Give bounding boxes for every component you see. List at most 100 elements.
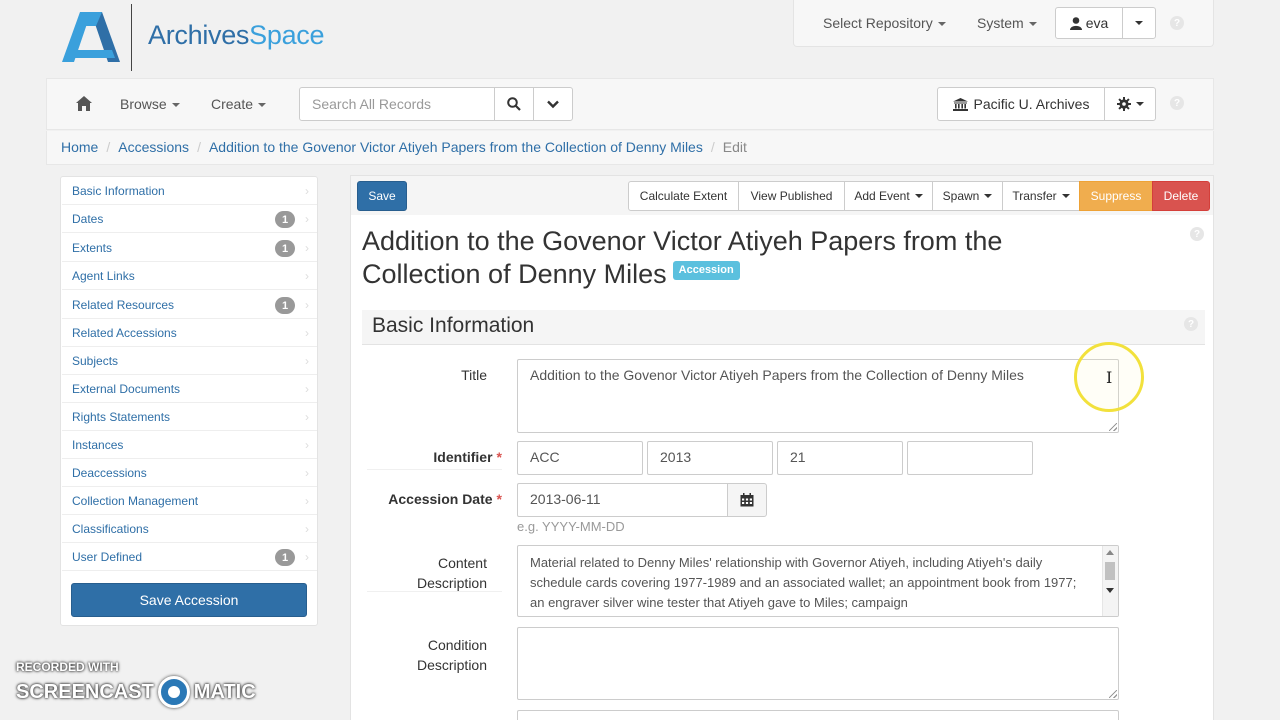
- select-repository-dropdown[interactable]: Select Repository: [823, 15, 946, 31]
- breadcrumb-record-link[interactable]: Addition to the Govenor Victor Atiyeh Pa…: [209, 139, 703, 155]
- record-sidebar-nav: Basic Information › Dates 1 › Extents 1 › Age…: [60, 176, 318, 626]
- search-button[interactable]: [494, 87, 534, 121]
- sidebar-item-agent-links[interactable]: Agent Links ›: [62, 262, 317, 290]
- screencast-watermark: RECORDED WITH SCREENCAST MATIC: [16, 660, 256, 708]
- sidebar-item-classifications[interactable]: Classifications ›: [62, 515, 317, 543]
- resize-handle-icon[interactable]: [1109, 423, 1117, 431]
- browse-dropdown[interactable]: Browse: [120, 96, 180, 112]
- scroll-up-icon[interactable]: [1106, 550, 1114, 555]
- scrollbar[interactable]: [1102, 546, 1118, 616]
- sidebar-item-label: Related Accessions: [72, 325, 177, 340]
- chevron-right-icon: ›: [305, 354, 309, 368]
- sidebar-item-related-accessions[interactable]: Related Accessions ›: [62, 319, 317, 347]
- count-badge: 1: [275, 297, 295, 314]
- view-published-button[interactable]: View Published: [738, 181, 845, 211]
- sidebar-item-deaccessions[interactable]: Deaccessions ›: [62, 459, 317, 487]
- search-input[interactable]: [299, 87, 495, 121]
- breadcrumb-separator: /: [710, 139, 715, 155]
- logo-text-part1: Archives: [148, 20, 250, 50]
- sidebar-item-dates[interactable]: Dates 1 ›: [62, 205, 317, 233]
- identifier-part-2-input[interactable]: 2013: [647, 441, 773, 475]
- text-cursor-icon: I: [1106, 368, 1113, 387]
- sidebar-item-user-defined[interactable]: User Defined 1 ›: [62, 543, 317, 571]
- spawn-dropdown[interactable]: Spawn: [932, 181, 1003, 211]
- chevron-down-icon: [547, 100, 559, 108]
- accession-date-input[interactable]: 2013-06-11: [517, 483, 729, 517]
- scroll-thumb[interactable]: [1105, 562, 1115, 580]
- caret-down-icon: [1061, 194, 1070, 198]
- question-circle-icon[interactable]: ?: [1170, 16, 1184, 30]
- question-circle-icon[interactable]: ?: [1184, 317, 1198, 331]
- sidebar-item-label: Subjects: [72, 353, 119, 368]
- content-description-value: Material related to Denny Miles' relatio…: [530, 555, 1077, 610]
- date-picker-button[interactable]: [727, 483, 767, 517]
- archivesspace-logo-icon: [62, 12, 120, 62]
- next-field-textarea[interactable]: [517, 710, 1119, 720]
- identifier-part-3-input[interactable]: 21: [777, 441, 903, 475]
- required-asterisk-icon: *: [496, 491, 502, 507]
- identifier-label: Identifier *: [367, 449, 502, 465]
- accession-date-hint: e.g. YYYY-MM-DD: [517, 519, 625, 534]
- scroll-down-icon[interactable]: [1106, 588, 1114, 593]
- browse-label: Browse: [120, 96, 167, 112]
- resize-handle-icon[interactable]: [1109, 690, 1117, 698]
- system-label: System: [977, 15, 1024, 31]
- breadcrumb-current: Edit: [722, 139, 747, 155]
- count-badge: 1: [275, 240, 295, 257]
- accession-date-label-text: Accession Date: [388, 491, 493, 507]
- sidebar-item-rights-statements[interactable]: Rights Statements ›: [62, 403, 317, 431]
- calculate-extent-button[interactable]: Calculate Extent: [628, 181, 739, 211]
- delete-button[interactable]: Delete: [1152, 181, 1210, 211]
- breadcrumb-accessions-link[interactable]: Accessions: [118, 139, 189, 155]
- condition-description-textarea[interactable]: [517, 627, 1119, 700]
- save-button[interactable]: Save: [357, 181, 407, 211]
- identifier-part-4-input[interactable]: [907, 441, 1033, 475]
- user-menu-caret-button[interactable]: [1122, 7, 1156, 39]
- breadcrumb-home-link[interactable]: Home: [61, 139, 98, 155]
- sidebar-item-instances[interactable]: Instances ›: [62, 431, 317, 459]
- sidebar-item-external-documents[interactable]: External Documents ›: [62, 375, 317, 403]
- sidebar-item-collection-management[interactable]: Collection Management ›: [62, 487, 317, 515]
- suppress-button[interactable]: Suppress: [1079, 181, 1153, 211]
- sidebar-item-label: Collection Management: [72, 493, 199, 508]
- sidebar-item-label: Classifications: [72, 521, 149, 536]
- sidebar-item-label: External Documents: [72, 381, 181, 396]
- system-dropdown[interactable]: System: [977, 15, 1037, 31]
- sidebar-item-basic-information[interactable]: Basic Information ›: [62, 177, 317, 205]
- sidebar-item-label: Rights Statements: [72, 409, 171, 424]
- username-label: eva: [1085, 15, 1109, 31]
- screencast-logo-icon: [157, 676, 190, 708]
- watermark-recorded-with: RECORDED WITH: [16, 660, 119, 674]
- save-accession-button[interactable]: Save Accession: [71, 583, 307, 617]
- title-textarea[interactable]: Addition to the Govenor Victor Atiyeh Pa…: [517, 359, 1119, 433]
- chevron-right-icon: ›: [305, 184, 309, 198]
- required-asterisk-icon: *: [496, 449, 502, 465]
- advanced-search-toggle[interactable]: [533, 87, 573, 121]
- sidebar-item-label: User Defined: [72, 549, 143, 564]
- identifier-part-1-input[interactable]: ACC: [517, 441, 643, 475]
- home-icon[interactable]: [76, 96, 92, 111]
- settings-dropdown-button[interactable]: [1104, 87, 1156, 121]
- count-badge: 1: [275, 211, 295, 228]
- user-menu-button[interactable]: eva: [1055, 7, 1123, 39]
- sidebar-item-subjects[interactable]: Subjects ›: [62, 347, 317, 375]
- content-description-textarea[interactable]: Material related to Denny Miles' relatio…: [517, 545, 1119, 617]
- sidebar-item-label: Agent Links: [72, 268, 135, 283]
- breadcrumb-separator: /: [197, 139, 201, 155]
- app-logo-text[interactable]: ArchivesSpace: [148, 20, 325, 51]
- search-icon: [507, 97, 521, 111]
- repository-button[interactable]: Pacific U. Archives: [937, 87, 1105, 121]
- top-navigation: Select Repository System eva ?: [793, 0, 1214, 47]
- watermark-brand-right: MATIC: [193, 680, 256, 703]
- question-circle-icon[interactable]: ?: [1170, 96, 1184, 110]
- sidebar-item-label: Dates: [72, 211, 104, 226]
- sidebar-item-related-resources[interactable]: Related Resources 1 ›: [62, 291, 317, 319]
- question-circle-icon[interactable]: ?: [1190, 227, 1204, 241]
- transfer-dropdown[interactable]: Transfer: [1002, 181, 1080, 211]
- chevron-right-icon: ›: [305, 410, 309, 424]
- create-dropdown[interactable]: Create: [211, 96, 267, 112]
- basic-information-section-header: Basic Information: [362, 310, 1205, 345]
- add-event-dropdown[interactable]: Add Event: [844, 181, 933, 211]
- caret-down-icon: [914, 194, 923, 198]
- sidebar-item-extents[interactable]: Extents 1 ›: [62, 234, 317, 262]
